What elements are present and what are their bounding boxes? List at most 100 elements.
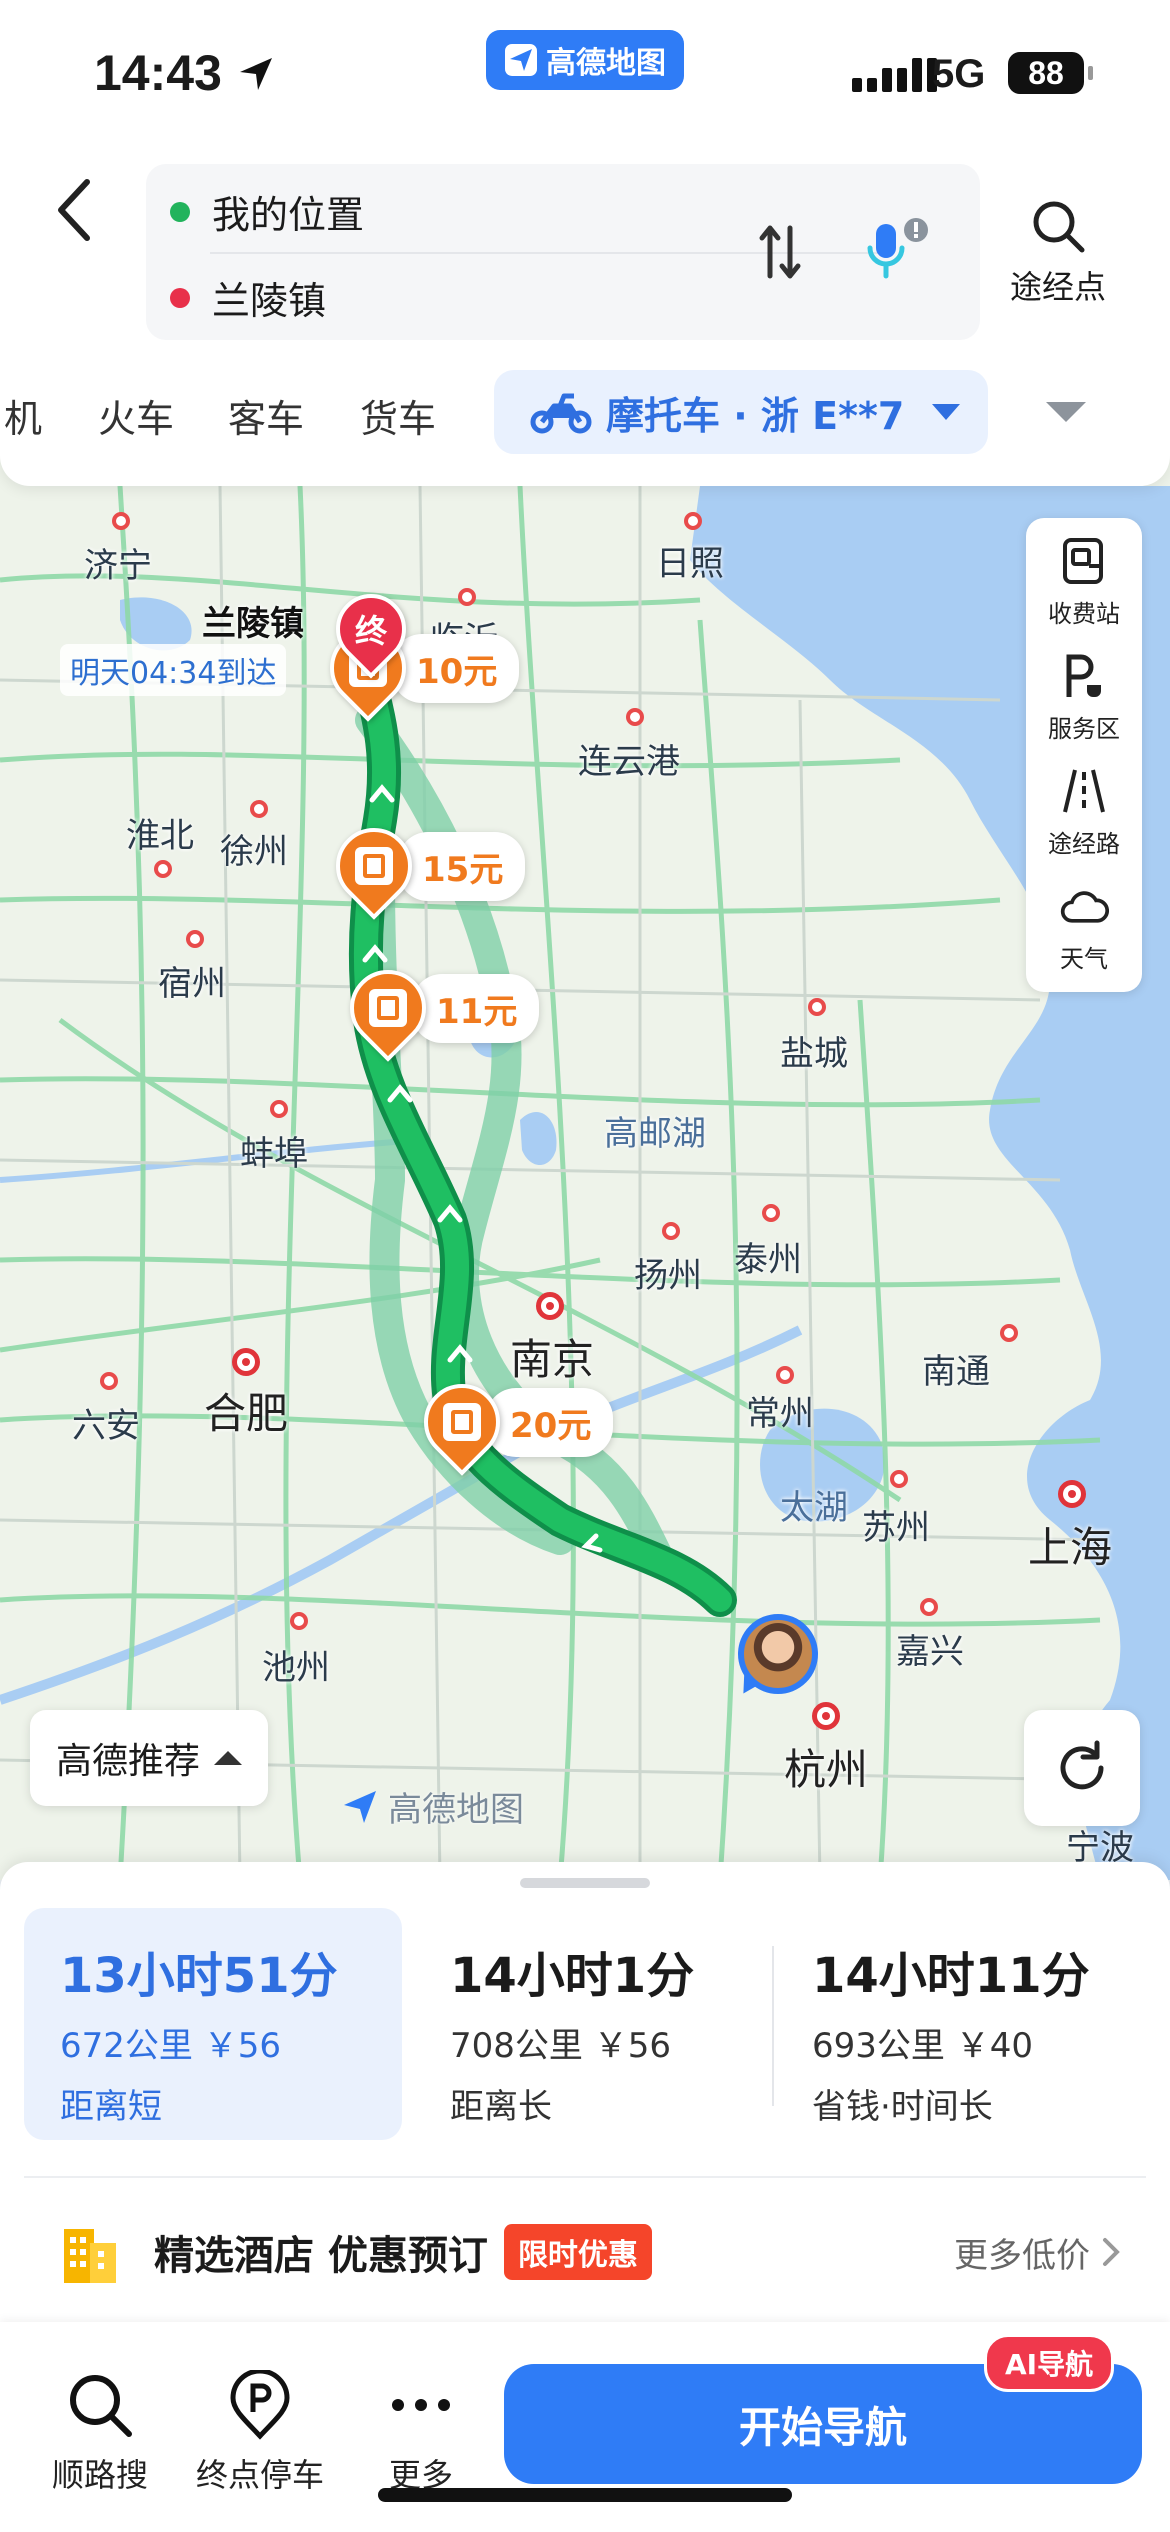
back-button[interactable] — [40, 170, 110, 250]
network-type: 5G — [932, 52, 986, 96]
city-label: 南通 — [922, 1352, 990, 1392]
promo-badge: 限时优惠 — [503, 2224, 652, 2280]
tab-plane[interactable]: 机 — [4, 388, 42, 443]
water-label: 高邮湖 — [604, 1114, 706, 1154]
toll-station-icon — [408, 1368, 516, 1476]
plan-tag: 距离短 — [60, 2087, 162, 2127]
city-dot — [112, 512, 130, 530]
arrival-time-label: 明天04:34到达 — [60, 644, 287, 696]
app-badge-text: 高德地图 — [546, 46, 666, 81]
city-label: 蚌埠 — [240, 1134, 308, 1174]
refresh-icon — [1060, 1740, 1104, 1790]
more-button[interactable]: 更多 — [386, 2370, 456, 2496]
toll-station-tool[interactable]: 收费站 — [1048, 536, 1120, 629]
plan-tag: 省钱·时间长 — [812, 2087, 993, 2127]
tab-coach[interactable]: 客车 — [228, 388, 304, 443]
map-logo: 高德地图 — [340, 1782, 524, 1831]
city-label: 淮北 — [126, 816, 194, 856]
voice-input-button[interactable] — [866, 216, 930, 290]
destination-dot-icon — [170, 287, 190, 308]
clock-text: 14:43 — [94, 45, 222, 101]
city-dot — [250, 800, 268, 818]
current-location-avatar[interactable] — [738, 1614, 818, 1694]
city-label: 盐城 — [780, 1034, 848, 1074]
hotel-promo-row[interactable]: 精选酒店 优惠预订 限时优惠 更多低价 — [60, 2214, 1120, 2290]
plan-detail: 708公里 ￥56 — [450, 2026, 671, 2066]
destination-parking-button[interactable]: 终点停车 — [196, 2370, 324, 2496]
city-dot-capital — [232, 1348, 260, 1376]
more-deals-link[interactable]: 更多低价 — [954, 2228, 1120, 2277]
route-plan-2[interactable]: 14小时1分 708公里 ￥56 距离长 — [414, 1908, 784, 2140]
city-label: 常州 — [746, 1394, 814, 1434]
route-plan-1[interactable]: 13小时51分 672公里 ￥56 距离短 — [24, 1908, 402, 2140]
route-preference-label: 高德推荐 — [56, 1741, 201, 1782]
plan-divider — [772, 1946, 774, 2106]
plan-detail: 672公里 ￥56 — [60, 2026, 281, 2066]
plan-duration: 14小时11分 — [812, 1948, 1090, 2004]
swap-button[interactable] — [758, 222, 802, 286]
route-input-box: 我的位置 兰陵镇 — [146, 164, 980, 340]
city-label: 苏州 — [862, 1508, 930, 1548]
toll-station-icon — [334, 954, 442, 1062]
city-dot — [762, 1204, 780, 1222]
service-area-tool[interactable]: 服务区 — [1048, 651, 1120, 744]
city-label: 上海 — [1028, 1523, 1113, 1572]
refresh-route-button[interactable] — [1024, 1710, 1140, 1826]
sheet-grabber[interactable] — [520, 1878, 650, 1888]
origin-field[interactable]: 我的位置 — [170, 184, 364, 239]
parking-icon — [230, 2370, 290, 2440]
home-indicator — [378, 2488, 792, 2502]
top-panel: 14:43 高德地图 5G 88 我的位置 兰陵镇 途经点 机 火车 客车 货车… — [0, 0, 1170, 486]
toll-marker[interactable]: 20元 — [408, 1368, 614, 1476]
search-icon — [70, 2375, 132, 2437]
route-preference-button[interactable]: 高德推荐 — [30, 1710, 269, 1806]
city-label: 南京 — [510, 1335, 595, 1384]
plan-duration: 13小时51分 — [60, 1948, 338, 2004]
city-dot — [776, 1366, 794, 1384]
search-along-button[interactable]: 顺路搜 — [52, 2370, 148, 2496]
tab-motorcycle[interactable]: 摩托车 · 浙 E**7 — [494, 370, 988, 454]
signal-icon — [852, 58, 937, 92]
destination-field[interactable]: 兰陵镇 — [170, 270, 326, 325]
via-point-label: 途经点 — [1010, 268, 1107, 306]
toll-fee-label: 11元 — [412, 973, 540, 1043]
parking-label: 终点停车 — [196, 2456, 325, 2494]
tab-truck[interactable]: 货车 — [360, 388, 436, 443]
city-label: 日照 — [656, 544, 724, 584]
map-logo-text: 高德地图 — [388, 1790, 524, 1830]
toll-marker[interactable]: 11元 — [334, 954, 540, 1062]
map-side-toolbar: 收费站 服务区 途经路 天气 — [1026, 518, 1142, 992]
app-back-pill[interactable]: 高德地图 — [486, 30, 684, 90]
weather-tool[interactable]: 天气 — [1059, 881, 1109, 974]
toll-fee-label: 20元 — [486, 1387, 614, 1457]
destination-text: 兰陵镇 — [212, 279, 327, 323]
toll-station-icon — [320, 812, 428, 920]
ai-navigation-badge[interactable]: AI导航 — [984, 2334, 1115, 2392]
chevron-left-icon — [58, 179, 90, 241]
city-dot-capital — [536, 1292, 564, 1320]
city-dot — [920, 1598, 938, 1616]
side-tool-label: 服务区 — [1048, 715, 1120, 743]
add-via-point-button[interactable]: 途经点 — [1010, 196, 1106, 308]
divider — [24, 2176, 1146, 2178]
caret-up-icon — [214, 1751, 243, 1765]
more-tabs-icon[interactable] — [1046, 402, 1086, 422]
city-dot — [154, 860, 172, 878]
cloud-icon — [1059, 881, 1109, 931]
toll-marker[interactable]: 15元 — [320, 812, 526, 920]
city-label: 嘉兴 — [896, 1632, 964, 1672]
city-dot — [662, 1222, 680, 1240]
water-label: 太湖 — [780, 1488, 848, 1528]
city-dot — [1000, 1324, 1018, 1342]
city-dot — [186, 930, 204, 948]
search-icon — [1033, 201, 1085, 253]
city-label: 六安 — [72, 1406, 140, 1446]
toll-station-icon — [1059, 536, 1109, 586]
side-tool-label: 途经路 — [1048, 830, 1120, 858]
via-road-tool[interactable]: 途经路 — [1048, 766, 1120, 859]
tab-train[interactable]: 火车 — [98, 388, 174, 443]
route-plan-3[interactable]: 14小时11分 693公里 ￥40 省钱·时间长 — [776, 1908, 1156, 2140]
search-along-label: 顺路搜 — [52, 2456, 149, 2494]
city-label: 兰陵镇 — [202, 604, 304, 644]
hotel-title: 精选酒店 优惠预订 — [154, 2233, 488, 2279]
